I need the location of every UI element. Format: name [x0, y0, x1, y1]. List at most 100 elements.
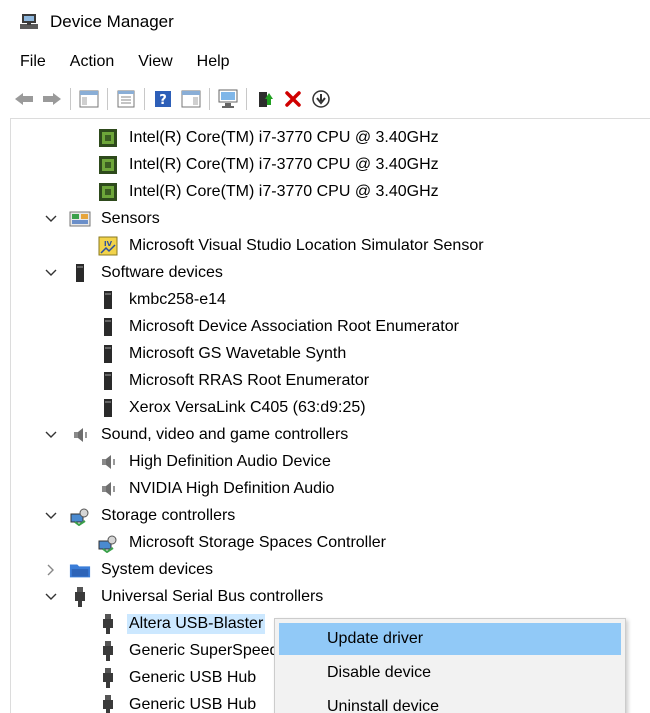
- tree-item-label: High Definition Audio Device: [129, 453, 331, 470]
- usb-plug-icon: [97, 694, 119, 713]
- chevron-down-icon[interactable]: [43, 508, 59, 524]
- tree-item-label: Sensors: [101, 210, 160, 227]
- software-device-icon: [97, 397, 119, 419]
- tree-device[interactable]: Microsoft RRAS Root Enumerator: [97, 368, 371, 394]
- tree-item-label: System devices: [101, 561, 214, 578]
- svg-text:?: ?: [159, 93, 167, 108]
- tree-category[interactable]: Software devices: [43, 260, 225, 286]
- cpu-icon: [97, 127, 119, 149]
- tree-device[interactable]: Intel(R) Core(TM) i7-3770 CPU @ 3.40GHz: [97, 179, 441, 205]
- storage-icon: [69, 505, 91, 527]
- tree-item-label: Universal Serial Bus controllers: [101, 588, 324, 605]
- tree-category[interactable]: Sensors: [43, 206, 162, 232]
- forward-arrow-icon[interactable]: [38, 86, 66, 112]
- back-arrow-icon[interactable]: [10, 86, 38, 112]
- scan-hardware-changes-icon[interactable]: [214, 86, 242, 112]
- cpu-icon: [97, 181, 119, 203]
- tree-device[interactable]: Microsoft Storage Spaces Controller: [97, 530, 388, 556]
- window-title: Device Manager: [50, 12, 174, 31]
- menu-action[interactable]: Action: [58, 51, 126, 73]
- tree-item-label: Generic USB Hub: [129, 696, 257, 713]
- tree-device[interactable]: kmbc258-e14: [97, 287, 228, 313]
- usb-plug-icon: [97, 640, 119, 662]
- software-device-icon: [97, 370, 119, 392]
- tree-device[interactable]: Generic USB Hub: [97, 665, 258, 691]
- tree-category[interactable]: System devices: [43, 557, 215, 583]
- tree-item-label: kmbc258-e14: [129, 291, 226, 308]
- tree-device[interactable]: Intel(R) Core(TM) i7-3770 CPU @ 3.40GHz: [97, 152, 441, 178]
- tree-item-label: Intel(R) Core(TM) i7-3770 CPU @ 3.40GHz: [129, 129, 439, 146]
- tree-item-label: Microsoft Device Association Root Enumer…: [129, 318, 459, 335]
- tree-item-label: Xerox VersaLink C405 (63:d9:25): [129, 399, 366, 416]
- tree-device[interactable]: IV Microsoft Visual Studio Location Simul…: [97, 233, 486, 259]
- context-menu-item-label: Uninstall device: [327, 698, 440, 713]
- tree-item-label: Software devices: [101, 264, 223, 281]
- tree-device[interactable]: Xerox VersaLink C405 (63:d9:25): [97, 395, 368, 421]
- toolbar-separator: [144, 88, 145, 110]
- tree-category[interactable]: Sound, video and game controllers: [43, 422, 350, 448]
- tree-item-label: Sound, video and game controllers: [101, 426, 349, 443]
- tree-device[interactable]: NVIDIA High Definition Audio: [97, 476, 336, 502]
- toolbar-separator: [70, 88, 71, 110]
- usb-plug-icon: [97, 667, 119, 689]
- sensor-device-icon: IV: [97, 235, 119, 257]
- menu-view[interactable]: View: [126, 51, 184, 73]
- title-bar: Device Manager: [0, 0, 650, 44]
- tree-item-label: Microsoft GS Wavetable Synth: [129, 345, 347, 362]
- uninstall-x-icon[interactable]: [279, 86, 307, 112]
- menu-bar: File Action View Help: [0, 48, 242, 76]
- chevron-down-icon[interactable]: [43, 211, 59, 227]
- tree-device[interactable]: Microsoft GS Wavetable Synth: [97, 341, 348, 367]
- tree-item-label: Generic USB Hub: [129, 669, 257, 686]
- tree-item-label: Microsoft RRAS Root Enumerator: [129, 372, 370, 389]
- tree-device[interactable]: Altera USB-Blaster: [97, 611, 266, 637]
- speaker-icon: [69, 424, 91, 446]
- help-icon[interactable]: ?: [149, 86, 177, 112]
- context-menu-item-label: Update driver: [327, 630, 424, 647]
- software-device-icon: [97, 343, 119, 365]
- context-menu-update-driver[interactable]: Update driver: [279, 623, 621, 655]
- tree-device[interactable]: Microsoft Device Association Root Enumer…: [97, 314, 461, 340]
- properties-icon[interactable]: [112, 86, 140, 112]
- speaker-icon: [97, 451, 119, 473]
- usb-plug-icon: [69, 586, 91, 608]
- action-pane-icon[interactable]: [177, 86, 205, 112]
- chevron-down-icon[interactable]: [43, 427, 59, 443]
- svg-text:IV: IV: [104, 240, 113, 248]
- context-menu: Update driver Disable device Uninstall d…: [274, 618, 626, 713]
- toolbar: ?: [0, 82, 650, 116]
- show-hide-console-tree-icon[interactable]: [75, 86, 103, 112]
- chevron-down-icon[interactable]: [43, 589, 59, 605]
- software-device-icon: [69, 262, 91, 284]
- toolbar-separator: [209, 88, 210, 110]
- speaker-icon: [97, 478, 119, 500]
- tree-item-label: Microsoft Visual Studio Location Simulat…: [129, 237, 484, 254]
- tree-device[interactable]: Generic USB Hub: [97, 692, 258, 713]
- tree-item-label: Intel(R) Core(TM) i7-3770 CPU @ 3.40GHz: [129, 156, 439, 173]
- menu-file[interactable]: File: [8, 51, 58, 73]
- menu-help[interactable]: Help: [185, 51, 242, 73]
- update-driver-icon[interactable]: [251, 86, 279, 112]
- context-menu-disable-device[interactable]: Disable device: [279, 657, 621, 689]
- tree-device[interactable]: Intel(R) Core(TM) i7-3770 CPU @ 3.40GHz: [97, 125, 441, 151]
- device-manager-icon: [18, 12, 40, 32]
- chevron-right-icon[interactable]: [43, 562, 59, 578]
- context-menu-item-label: Disable device: [327, 664, 432, 681]
- tree-category[interactable]: Storage controllers: [43, 503, 237, 529]
- tree-category[interactable]: Universal Serial Bus controllers: [43, 584, 325, 610]
- chevron-down-icon[interactable]: [43, 265, 59, 281]
- tree-item-label: Microsoft Storage Spaces Controller: [129, 534, 386, 551]
- tree-item-label: Altera USB-Blaster: [129, 615, 264, 632]
- system-folder-icon: [69, 559, 91, 581]
- usb-plug-icon: [97, 613, 119, 635]
- context-menu-uninstall-device[interactable]: Uninstall device: [279, 691, 621, 713]
- tree-item-label: NVIDIA High Definition Audio: [129, 480, 335, 497]
- software-device-icon: [97, 289, 119, 311]
- tree-item-label: Intel(R) Core(TM) i7-3770 CPU @ 3.40GHz: [129, 183, 439, 200]
- tree-device[interactable]: High Definition Audio Device: [97, 449, 333, 475]
- enable-device-icon[interactable]: [307, 86, 335, 112]
- tree-item-label: Storage controllers: [101, 507, 236, 524]
- software-device-icon: [97, 316, 119, 338]
- toolbar-separator: [246, 88, 247, 110]
- storage-icon: [97, 532, 119, 554]
